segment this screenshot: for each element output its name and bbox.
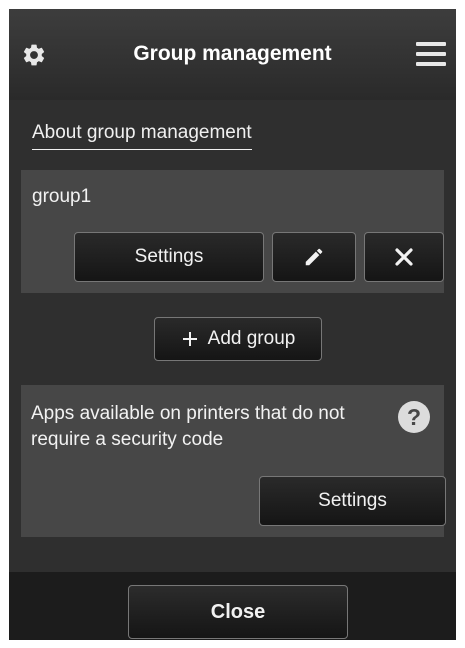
group-card: group1 Settings	[21, 170, 444, 293]
help-glyph: ?	[406, 403, 422, 430]
plus-icon	[182, 332, 197, 346]
page-title: Group management	[133, 42, 332, 65]
close-icon	[395, 248, 413, 266]
add-group-label: Add group	[207, 328, 296, 349]
app-window: Group management About group management …	[9, 9, 456, 640]
hamburger-menu-icon[interactable]	[416, 42, 446, 66]
header-bar: Group management	[9, 9, 456, 100]
apps-settings-label: Settings	[318, 490, 387, 511]
group-settings-label: Settings	[134, 246, 204, 267]
about-group-management-link[interactable]: About group management	[32, 120, 252, 150]
apps-security-description: Apps available on printers that do not r…	[31, 403, 345, 450]
delete-group-button[interactable]	[364, 232, 444, 282]
apps-settings-button[interactable]: Settings	[259, 476, 446, 526]
close-button[interactable]: Close	[128, 585, 348, 639]
apps-security-panel: Apps available on printers that do not r…	[21, 385, 446, 537]
group-settings-button[interactable]: Settings	[74, 232, 264, 282]
add-group-button[interactable]: Add group	[154, 317, 322, 361]
edit-group-button[interactable]	[272, 232, 356, 282]
question-mark-icon[interactable]: ?	[398, 401, 430, 433]
close-label: Close	[210, 600, 266, 623]
pencil-icon	[305, 248, 323, 266]
footer-bar: Close	[9, 572, 456, 640]
group-name: group1	[32, 186, 92, 207]
